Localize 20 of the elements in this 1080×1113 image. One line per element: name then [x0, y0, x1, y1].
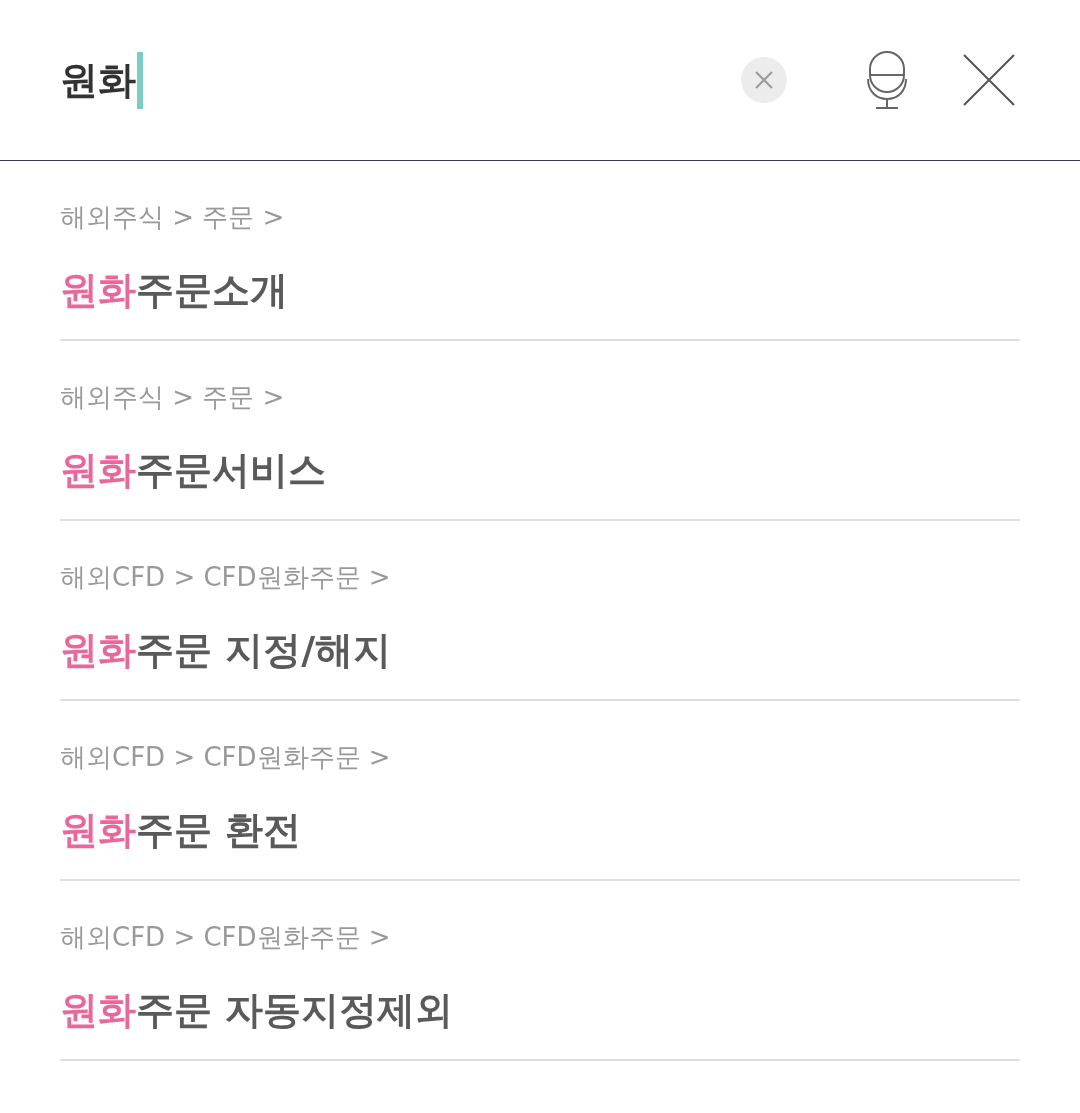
result-path: 해외CFD > CFD원화주문 > [60, 921, 391, 954]
microphone-icon[interactable] [867, 51, 907, 109]
result-title: 원화주문 자동지정제외 [60, 987, 454, 1034]
result-path: 해외주식 > 주문 > [60, 201, 285, 234]
search-result-item[interactable]: 해외CFD > CFD원화주문 > 원화주문 자동지정제외 [60, 881, 1020, 1061]
search-value: 원화 [60, 61, 136, 99]
result-path: 해외CFD > CFD원화주문 > [60, 741, 391, 774]
search-result-item[interactable]: 해외주식 > 주문 > 원화주문서비스 [60, 341, 1020, 521]
close-icon[interactable] [963, 54, 1015, 106]
search-result-item[interactable]: 해외주식 > 주문 > 원화주문소개 [60, 161, 1020, 341]
result-title: 원화주문 지정/해지 [60, 627, 392, 674]
cross-icon [755, 71, 773, 89]
search-result-item[interactable]: 해외CFD > CFD원화주문 > 원화주문 지정/해지 [60, 521, 1020, 701]
search-field[interactable]: 원화 [60, 45, 660, 115]
result-title: 원화주문서비스 [60, 447, 326, 494]
search-result-item[interactable]: 해외CFD > CFD원화주문 > 원화주문 환전 [60, 701, 1020, 881]
result-title: 원화주문소개 [60, 267, 288, 314]
result-path: 해외주식 > 주문 > [60, 381, 285, 414]
result-path: 해외CFD > CFD원화주문 > [60, 561, 391, 594]
result-title: 원화주문 환전 [60, 807, 302, 854]
